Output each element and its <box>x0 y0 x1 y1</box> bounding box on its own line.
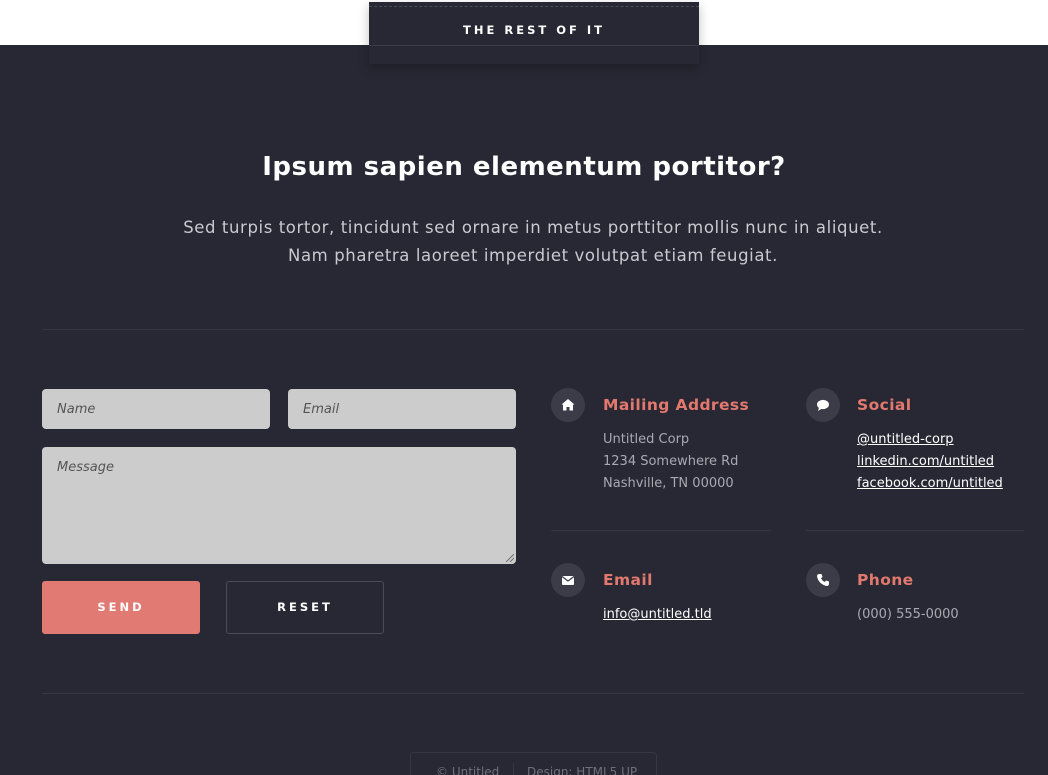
tab-label: THE REST OF IT <box>463 23 605 37</box>
tab-dashed-border <box>369 6 699 7</box>
name-placeholder: Name <box>57 402 96 417</box>
email-link[interactable]: info@untitled.tld <box>603 604 712 626</box>
email-field[interactable]: Email <box>288 389 516 429</box>
reset-button[interactable]: RESET <box>226 581 384 634</box>
intro-line-1: Sed turpis tortor, tincidunt sed ornare … <box>183 218 883 237</box>
intro-line-2: Nam pharetra laoreet imperdiet volutpat … <box>288 246 778 265</box>
tab-divider <box>369 45 699 46</box>
message-field[interactable]: Message <box>42 447 516 564</box>
footer-separator <box>513 763 514 775</box>
section-divider <box>42 329 1024 330</box>
social-link-twitter[interactable]: @untitled-corp <box>857 429 1003 451</box>
message-placeholder: Message <box>57 460 114 475</box>
section-heading: Ipsum sapien elementum portitor? <box>262 152 786 182</box>
social-title: Social <box>857 396 912 414</box>
name-field[interactable]: Name <box>42 389 270 429</box>
mailing-line: 1234 Somewhere Rd <box>603 454 739 469</box>
social-link-facebook[interactable]: facebook.com/untitled <box>857 473 1003 495</box>
resize-handle[interactable] <box>506 554 514 562</box>
phone-number: (000) 555-0000 <box>857 607 959 622</box>
phone-icon <box>806 563 840 597</box>
copyright-text: © Untitled <box>436 765 500 775</box>
section-tab: THE REST OF IT <box>369 2 699 64</box>
design-credit-link[interactable]: Design: HTML5 UP <box>527 765 637 775</box>
contact-divider <box>551 530 771 531</box>
social-links: @untitled-corp linkedin.com/untitled fac… <box>857 429 1003 495</box>
email-placeholder: Email <box>303 402 340 417</box>
mailing-line: Untitled Corp <box>603 432 690 447</box>
mailing-address: Untitled Corp 1234 Somewhere Rd Nashvill… <box>603 429 738 495</box>
contact-divider <box>806 530 1024 531</box>
email-title: Email <box>603 571 653 589</box>
footer-divider <box>42 693 1024 694</box>
comment-icon <box>806 388 840 422</box>
envelope-icon <box>551 563 585 597</box>
section-intro: Sed turpis tortor, tincidunt sed ornare … <box>100 214 966 270</box>
mailing-title: Mailing Address <box>603 396 750 414</box>
home-icon <box>551 388 585 422</box>
mailing-line: Nashville, TN 00000 <box>603 476 734 491</box>
social-link-linkedin[interactable]: linkedin.com/untitled <box>857 451 1003 473</box>
phone-title: Phone <box>857 571 914 589</box>
send-button[interactable]: SEND <box>42 581 200 634</box>
footer-copyright-bar: © Untitled Design: HTML5 UP <box>410 752 657 775</box>
